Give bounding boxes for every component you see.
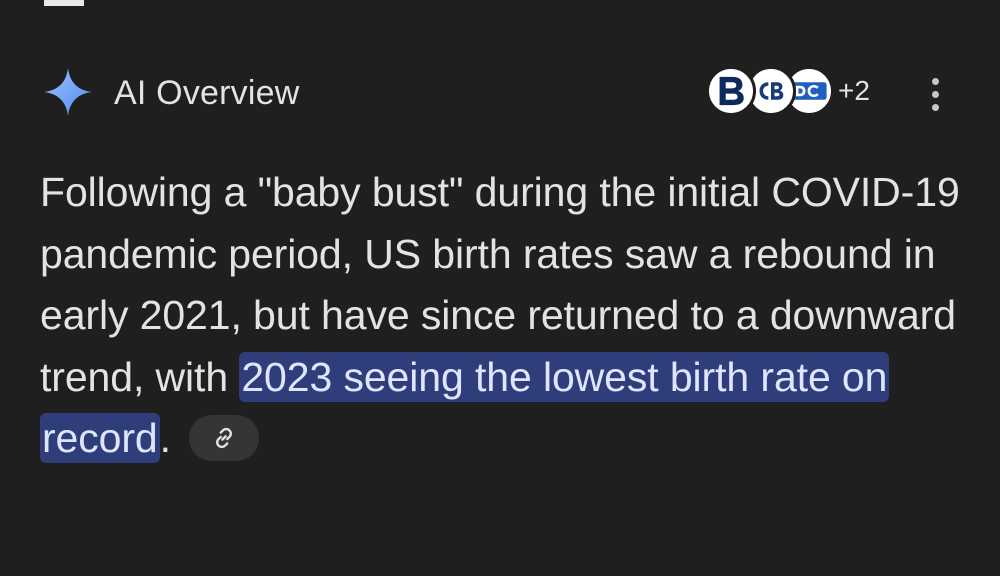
source-avatar-1[interactable] <box>706 66 756 116</box>
more-options-button[interactable] <box>920 74 950 114</box>
sparkle-icon <box>44 68 92 116</box>
source-count[interactable]: +2 <box>838 75 870 107</box>
top-bar-fragment <box>44 0 84 6</box>
source-link-button[interactable] <box>188 414 259 461</box>
ai-overview-screen: AI Overview +2 Following a "baby bust" d… <box>0 0 1000 576</box>
link-icon <box>215 427 232 448</box>
source-logo-b-icon <box>709 69 753 113</box>
ai-overview-header: AI Overview +2 <box>42 64 962 120</box>
overview-text-tail: . <box>159 415 171 462</box>
ai-overview-title: AI Overview <box>114 74 300 112</box>
ai-overview-text: Following a "baby bust" during the initi… <box>40 162 960 470</box>
more-vert-icon <box>931 77 939 85</box>
source-avatars[interactable]: +2 <box>706 64 886 120</box>
